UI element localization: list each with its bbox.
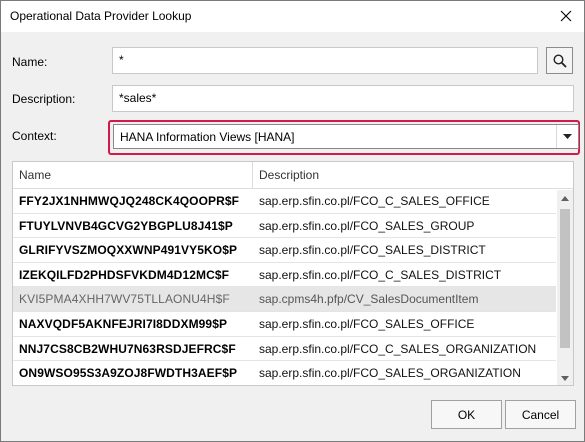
name-label: Name: [12,55,48,69]
row-name: FTUYLVNVB4GCVG2YBGPLU8J41$P [19,218,233,233]
row-name: FFY2JX1NHMWQJQ248CK4QOOPR$F [19,194,240,208]
table-row[interactable]: IZEKQILFD2PHDSFVKDM4D12MC$F sap.erp.sfin… [13,263,556,288]
close-icon [560,10,572,22]
row-description: sap.erp.sfin.co.pl/FCO_C_SALES_OFFICE [259,194,490,208]
row-name: ON9WSO95S3A9ZOJ8FWDTH3AEF$P [19,366,238,381]
row-name: NNJ7CS8CB2WHU7N63RSDJEFRC$F [19,341,236,356]
description-input[interactable]: *sales* [112,85,574,112]
row-name: GLRIFYVSZMOQXXWNP491VY5KO$P [19,243,238,258]
table-row[interactable]: ON9WSO95S3A9ZOJ8FWDTH3AEF$P sap.erp.sfin… [13,361,556,385]
chevron-up-icon [561,195,569,201]
name-input[interactable]: * [112,47,538,74]
row-description: sap.erp.sfin.co.pl/FCO_SALES_DISTRICT [259,243,486,258]
table-row[interactable]: NNJ7CS8CB2WHU7N63RSDJEFRC$F sap.erp.sfin… [13,337,556,362]
row-description: sap.erp.sfin.co.pl/FCO_C_SALES_ORGANIZAT… [259,341,537,356]
ok-button[interactable]: OK [431,400,502,429]
table-row[interactable]: FFY2JX1NHMWQJQ248CK4QOOPR$F sap.erp.sfin… [13,189,556,214]
title-bar: Operational Data Provider Lookup [1,1,584,32]
table-row[interactable]: GLRIFYVSZMOQXXWNP491VY5KO$P sap.erp.sfin… [13,238,556,263]
table-row[interactable]: NAXVQDF5AKNFEJRI7I8DDXM99$P sap.erp.sfin… [13,312,556,337]
close-button[interactable] [552,3,580,29]
context-dropdown-value: HANA Information Views [HANA] [120,129,295,144]
row-name: NAXVQDF5AKNFEJRI7I8DDXM99$P [19,316,228,331]
results-table: Name Description FFY2JX1NHMWQJQ248CK4QOO… [12,161,574,386]
column-header-description[interactable]: Description [253,162,573,189]
table-header: Name Description [13,162,573,189]
scroll-thumb[interactable] [560,209,570,348]
context-label: Context: [12,129,57,143]
scroll-up-button[interactable] [557,190,573,206]
vertical-scrollbar[interactable] [557,190,573,385]
column-header-name[interactable]: Name [13,162,253,189]
scroll-down-button[interactable] [557,370,573,385]
cancel-button[interactable]: Cancel [505,400,576,429]
table-row-selected[interactable]: KVI5PMA4XHH7WV75TLLAONU4H$F sap.cpms4h.p… [13,287,556,312]
description-label: Description: [12,92,76,106]
row-description: sap.cpms4h.pfp/CV_SalesDocumentItem [259,292,479,307]
lookup-dialog: Operational Data Provider Lookup Name: *… [0,0,585,442]
name-input-value: * [119,53,124,67]
row-description: sap.erp.sfin.co.pl/FCO_SALES_GROUP [259,218,475,233]
row-description: sap.erp.sfin.co.pl/FCO_SALES_ORGANIZATIO… [259,366,521,381]
window-title: Operational Data Provider Lookup [10,9,192,23]
row-description: sap.erp.sfin.co.pl/FCO_SALES_OFFICE [259,316,475,331]
context-dropdown[interactable]: HANA Information Views [HANA] [113,124,579,149]
dropdown-arrow[interactable] [556,125,578,148]
row-name: KVI5PMA4XHH7WV75TLLAONU4H$F [19,292,230,307]
row-name: IZEKQILFD2PHDSFVKDM4D12MC$F [19,267,230,282]
row-description: sap.erp.sfin.co.pl/FCO_C_SALES_DISTRICT [259,267,502,282]
chevron-down-icon [561,375,569,381]
search-button[interactable] [546,47,573,74]
chevron-down-icon [563,134,572,139]
description-input-value: *sales* [119,91,157,105]
table-row[interactable]: FTUYLVNVB4GCVG2YBGPLU8J41$P sap.erp.sfin… [13,214,556,239]
search-icon [552,53,567,68]
table-body: FFY2JX1NHMWQJQ248CK4QOOPR$F sap.erp.sfin… [13,189,556,385]
